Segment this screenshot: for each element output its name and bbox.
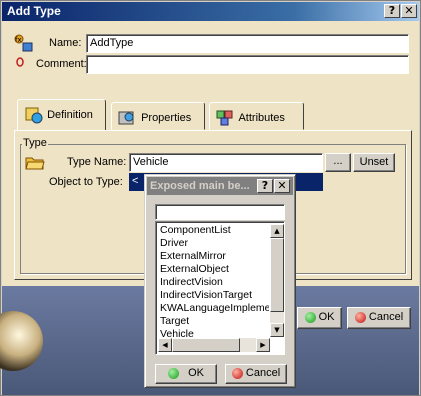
svg-text:fx: fx: [15, 36, 22, 44]
list-item[interactable]: Driver: [157, 237, 269, 250]
tab-attributes[interactable]: Attributes: [209, 102, 304, 130]
help-button[interactable]: ?: [384, 4, 400, 18]
list-item[interactable]: IndirectVisionTarget: [157, 289, 269, 302]
comment-label: Comment:: [36, 58, 87, 70]
browse-button[interactable]: ...: [325, 153, 351, 172]
tab-properties-label: Properties: [141, 111, 192, 124]
cancel-button[interactable]: Cancel: [347, 307, 411, 329]
vertical-scrollbar[interactable]: ▲ ▼: [270, 224, 284, 337]
scroll-down-icon[interactable]: ▼: [270, 323, 284, 337]
ok-label: OK: [318, 311, 335, 323]
popup-cancel-label: Cancel: [245, 367, 281, 379]
ok-icon: [304, 311, 316, 323]
type-group-legend: Type: [22, 137, 48, 149]
list-item[interactable]: ExternalObject: [157, 263, 269, 276]
exposed-types-list[interactable]: ComponentList Driver ExternalMirror Exte…: [155, 221, 285, 355]
type-name-label: Type Name:: [67, 156, 127, 168]
popup-ok-label: OK: [188, 367, 204, 379]
ok-icon: [168, 367, 180, 379]
popup-cancel-button[interactable]: Cancel: [225, 364, 287, 384]
name-label: Name:: [49, 37, 82, 49]
vertical-scroll-thumb[interactable]: [270, 238, 284, 312]
tab-attributes-label: Attributes: [238, 111, 285, 124]
window-title: Add Type: [7, 4, 61, 18]
popup-ok-button[interactable]: OK: [155, 364, 217, 384]
type-name-input[interactable]: Vehicle: [129, 153, 323, 172]
attributes-icon: [216, 109, 236, 127]
comment-input[interactable]: [86, 55, 409, 74]
unset-button[interactable]: Unset: [353, 153, 395, 172]
horizontal-scroll-thumb[interactable]: [172, 338, 240, 352]
tab-properties[interactable]: Properties: [111, 102, 205, 130]
popup-help-button[interactable]: ?: [257, 179, 273, 193]
object-to-type-label: Object to Type:: [49, 176, 123, 188]
definition-icon: [24, 106, 44, 124]
list-item[interactable]: KWALanguageImpleme: [157, 302, 269, 315]
cancel-icon: [231, 367, 243, 379]
comment-icon: [15, 57, 25, 67]
list-item[interactable]: IndirectVision: [157, 276, 269, 289]
scroll-up-icon[interactable]: ▲: [270, 224, 284, 238]
scroll-right-icon[interactable]: ▶: [256, 338, 270, 352]
title-bar[interactable]: Add Type: [2, 2, 419, 21]
list-item[interactable]: ComponentList: [157, 224, 269, 237]
cancel-icon: [354, 311, 366, 323]
popup-title: Exposed main be...: [150, 180, 250, 192]
ok-button[interactable]: OK: [297, 307, 342, 329]
type-icon: fx: [13, 33, 35, 53]
horizontal-scrollbar[interactable]: ◀ ▶: [158, 338, 270, 352]
cancel-label: Cancel: [368, 311, 404, 323]
scroll-left-icon[interactable]: ◀: [158, 338, 172, 352]
tab-definition-label: Definition: [47, 108, 93, 121]
name-input[interactable]: AddType: [86, 34, 409, 53]
popup-close-button[interactable]: ✕: [274, 179, 290, 193]
close-button[interactable]: ✕: [401, 4, 417, 18]
exposed-main-behavior-dialog: Exposed main be... ? ✕ ComponentList Dri…: [144, 174, 296, 388]
properties-icon: [118, 109, 138, 127]
folder-icon: [25, 154, 45, 170]
tab-definition[interactable]: Definition: [17, 99, 106, 130]
list-item[interactable]: Target: [157, 315, 269, 328]
popup-filter-input[interactable]: [155, 204, 285, 220]
list-items: ComponentList Driver ExternalMirror Exte…: [157, 224, 269, 341]
list-item[interactable]: ExternalMirror: [157, 250, 269, 263]
